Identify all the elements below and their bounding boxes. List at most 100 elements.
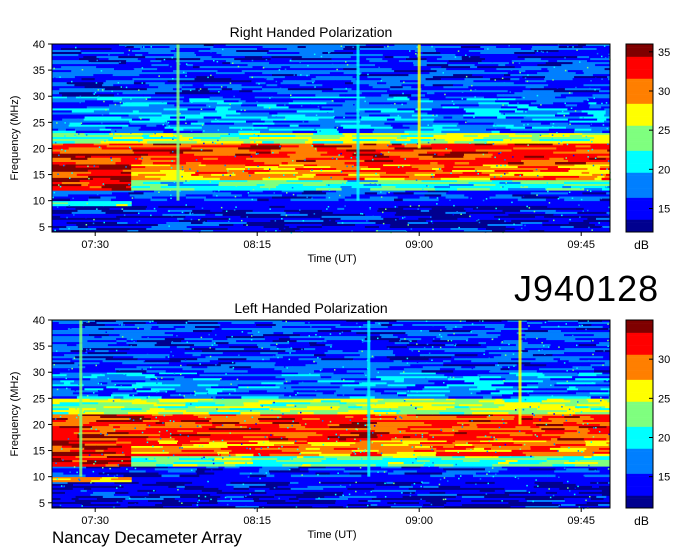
heatmap-cell [440,78,465,81]
heatmap-cell [131,188,161,191]
heatmap-cell [497,116,507,119]
heatmap-speckle [233,95,235,98]
heatmap-cell [251,378,271,381]
heatmap-speckle [290,94,292,96]
heatmap-speckle [346,165,348,168]
heatmap-cell [435,453,459,457]
heatmap-speckle [431,222,434,224]
heatmap-cell [188,453,222,457]
heatmap-speckle [105,109,107,111]
heatmap-speckle [326,78,329,80]
heatmap-cell [165,424,202,427]
heatmap-cell [52,396,78,399]
heatmap-cell [327,162,338,165]
heatmap-speckle [213,60,215,62]
heatmap-cell [581,110,589,113]
heatmap-speckle [251,76,253,79]
right-polarization-chart: Right Handed Polarization510152025303540… [9,24,670,265]
heatmap-speckle [524,77,527,79]
heatmap-cell [52,188,77,191]
heatmap-speckle [101,89,104,91]
heatmap-cell [222,424,236,427]
heatmap-speckle [320,55,323,58]
heatmap-speckle [208,84,211,86]
heatmap-cell [435,188,458,191]
heatmap-speckle [172,150,174,153]
heatmap-speckle [342,182,344,185]
heatmap-cell [334,110,366,113]
heatmap-speckle [388,191,390,194]
heatmap-cell [310,464,341,467]
y-tick-label: 5 [39,222,45,234]
heatmap-speckle [304,159,306,161]
heatmap-cell [266,78,275,81]
heatmap-speckle [292,193,295,196]
heatmap-cell [443,116,453,119]
heatmap-speckle [430,220,433,223]
heatmap-cell [278,198,291,202]
heatmap-cell [333,177,345,181]
heatmap-cell [102,495,131,499]
heatmap-cell [116,204,129,207]
heatmap-cell [341,378,382,381]
heatmap-cell [237,177,263,181]
left-polarization-chart: Left Handed Polarization5101520253035400… [9,300,670,541]
heatmap-speckle [59,76,61,78]
heatmap-cell [273,141,306,144]
heatmap-speckle [227,170,229,172]
heatmap-speckle [572,46,574,48]
heatmap-cell [52,464,75,467]
heatmap-cell [52,110,73,113]
heatmap-speckle [570,107,573,109]
heatmap-speckle [189,212,191,214]
heatmap-speckle [128,183,130,186]
heatmap-speckle [255,153,258,155]
heatmap-speckle [569,123,571,125]
heatmap-speckle [172,138,174,140]
heatmap-cell [231,116,239,119]
heatmap-speckle [447,100,449,102]
heatmap-speckle [273,192,275,194]
heatmap-speckle [578,204,580,206]
heatmap-cell [375,464,389,467]
heatmap-speckle [494,156,496,159]
heatmap-speckle [556,87,559,89]
heatmap-cell [528,122,542,125]
heatmap-cell [371,412,397,415]
heatmap-speckle [129,122,132,125]
heatmap-speckle [508,47,510,50]
y-tick-label: 30 [33,91,45,103]
heatmap-speckle [234,155,236,158]
heatmap-speckle [331,63,334,66]
heatmap-speckle [453,204,455,207]
heatmap-cell [457,188,491,191]
y-tick-label: 35 [33,65,45,77]
heatmap-speckle [95,82,98,84]
heatmap-cell [326,474,362,478]
heatmap-cell [262,141,275,144]
heatmap-speckle [494,79,496,81]
heatmap-cell [390,141,420,144]
heatmap-speckle [537,175,539,177]
right-polarization-panel: Right Handed Polarization 5 10 15 20 25 30 35 40… [0,0,680,270]
heatmap-cell [438,110,467,113]
heatmap-cell [584,474,609,478]
heatmap-cell [52,474,60,478]
heatmap-cell [557,396,592,399]
heatmap-cell [123,396,163,399]
heatmap-speckle [215,118,217,121]
heatmap-cell [364,110,382,113]
heatmap-speckle [136,221,138,224]
heatmap-speckle [502,104,504,106]
heatmap-cell [580,453,595,457]
heatmap-speckle [397,114,400,117]
heatmap-cell [115,162,142,165]
heatmap-speckle [214,142,217,144]
heatmap-cell [167,198,205,202]
heatmap-cell [204,122,235,125]
heatmap-cell [80,438,118,441]
heatmap-speckle [562,134,565,137]
heatmap-cell [315,94,330,97]
heatmap-cell [197,94,215,97]
heatmap-speckle [337,136,339,139]
